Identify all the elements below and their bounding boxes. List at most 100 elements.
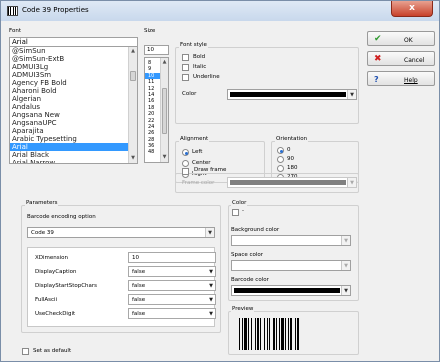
title-bar: Code 39 Properties x — [1, 1, 439, 21]
help-button[interactable]: ? Help — [367, 71, 435, 86]
align-left-label: Left — [192, 149, 203, 155]
ok-button[interactable]: ✔ OK — [367, 31, 435, 46]
set-default-checkbox[interactable] — [22, 348, 29, 355]
scroll-up-icon[interactable]: ▲ — [161, 58, 168, 67]
bold-checkbox[interactable] — [182, 54, 189, 61]
cancel-label: Cancel — [404, 57, 425, 64]
barcode-bar — [279, 318, 280, 350]
parameter-name: DisplayCaption — [35, 269, 77, 275]
chevron-down-icon[interactable]: ▼ — [209, 283, 213, 289]
parameter-value-field[interactable]: false ▼ — [128, 280, 216, 291]
color-label: Color — [231, 200, 248, 206]
font-style-label: Font style — [179, 42, 208, 48]
space-color-picker[interactable]: ▼ — [231, 260, 351, 271]
font-list-item[interactable]: @SimSun-ExtB — [10, 55, 137, 63]
barcode-bar — [285, 318, 286, 350]
barcode-bar — [288, 318, 289, 350]
scroll-up-icon[interactable]: ▲ — [129, 47, 137, 56]
font-list-scrollbar[interactable]: ▲ ▼ — [128, 47, 137, 163]
background-color-picker[interactable]: ▼ — [231, 235, 351, 246]
underline-checkbox[interactable] — [182, 74, 189, 81]
scroll-down-icon[interactable]: ▼ — [161, 153, 168, 162]
frame-color-picker[interactable]: ▼ — [227, 177, 357, 188]
chevron-down-icon[interactable]: ▼ — [347, 90, 356, 99]
parameter-value: false — [132, 283, 146, 289]
barcode-bar — [273, 318, 275, 350]
size-label: Size — [144, 28, 156, 34]
size-list-scrollbar[interactable]: ▲ ▼ — [160, 58, 168, 162]
orientation-0-radio[interactable] — [277, 147, 284, 154]
scroll-down-icon[interactable]: ▼ — [129, 154, 137, 163]
font-list-item[interactable]: Arabic Typesetting — [10, 135, 137, 143]
parameter-row: DisplayStartStopChars false ▼ — [34, 280, 216, 292]
parameter-value: false — [132, 269, 146, 275]
barcode-color-picker[interactable]: ▼ — [231, 285, 351, 296]
barcode-bar — [251, 318, 252, 350]
font-list-item[interactable]: Agency FB Bold — [10, 79, 137, 87]
draw-frame-checkbox[interactable] — [182, 168, 189, 175]
parameter-row: XDimension 10 — [34, 252, 216, 264]
parameters-label: Parameters — [25, 200, 59, 206]
checkmark-icon: ✔ — [374, 34, 382, 44]
font-list-item[interactable]: Angsana New — [10, 111, 137, 119]
font-list-item[interactable]: ADMUI3Sm — [10, 71, 137, 79]
barcode-bar — [239, 318, 240, 350]
italic-checkbox[interactable] — [182, 64, 189, 71]
align-center-radio[interactable] — [182, 160, 189, 167]
cancel-button[interactable]: ✖ Cancel — [367, 51, 435, 66]
font-list-item[interactable]: Arial Narrow — [10, 159, 137, 163]
size-list[interactable]: 8 9 10 11 12 14 16 18 20 22 24 26 28 36 48 ▲ ▼ — [144, 57, 169, 163]
chevron-down-icon[interactable]: ▼ — [209, 269, 213, 275]
barcode-bar — [290, 318, 292, 350]
frame-color-label: Frame color — [182, 180, 215, 186]
color-checkbox[interactable] — [232, 209, 239, 216]
barcode-color-swatch — [234, 288, 340, 293]
parameter-value-field[interactable]: 10 — [128, 252, 216, 263]
bold-label: Bold — [193, 54, 206, 60]
font-list-item[interactable]: Arial — [10, 143, 137, 151]
scroll-thumb[interactable] — [130, 71, 136, 81]
font-list[interactable]: @SimSun @SimSun-ExtB ADMUI3Lg ADMUI3Sm Agenc… — [9, 46, 138, 164]
font-list-item[interactable]: @SimSun — [10, 47, 137, 55]
font-label: Font — [9, 28, 21, 34]
font-color-picker[interactable]: ▼ — [227, 89, 357, 100]
font-list-item[interactable]: AngsanaUPC — [10, 119, 137, 127]
font-list-item[interactable]: Aparajita — [10, 127, 137, 135]
parameter-value-field[interactable]: false ▼ — [128, 266, 216, 277]
chevron-down-icon[interactable]: ▼ — [347, 178, 356, 187]
font-list-item[interactable]: Arial Black — [10, 151, 137, 159]
scroll-thumb[interactable] — [162, 88, 167, 134]
barcode-bar — [276, 318, 277, 350]
encoding-value: Code 39 — [31, 230, 54, 236]
barcode-bar — [257, 318, 259, 350]
parameter-value-field[interactable]: false ▼ — [128, 308, 216, 319]
chevron-down-icon[interactable]: ▼ — [341, 286, 350, 295]
background-color-label: Background color — [231, 227, 280, 233]
font-list-item[interactable]: Andalus — [10, 103, 137, 111]
font-list-item[interactable]: ADMUI3Lg — [10, 63, 137, 71]
orientation-label: Orientation — [275, 136, 309, 142]
alignment-label: Alignment — [179, 136, 210, 142]
encoding-select[interactable]: Code 39 ▼ — [27, 227, 215, 238]
ok-label: OK — [404, 37, 413, 44]
parameter-value: false — [132, 297, 146, 303]
parameter-row: UseCheckDigit false ▼ — [34, 308, 216, 320]
font-items: @SimSun @SimSun-ExtB ADMUI3Lg ADMUI3Sm Agenc… — [10, 47, 137, 163]
align-left-radio[interactable] — [182, 149, 189, 156]
orientation-90-radio[interactable] — [277, 156, 284, 163]
underline-label: Underline — [193, 74, 220, 80]
close-button[interactable]: x — [391, 1, 433, 17]
parameter-value-field[interactable]: false ▼ — [128, 294, 216, 305]
chevron-down-icon[interactable]: ▼ — [341, 261, 350, 270]
chevron-down-icon[interactable]: ▼ — [209, 297, 213, 303]
preview-label: Preview — [231, 306, 255, 312]
chevron-down-icon[interactable]: ▼ — [341, 236, 350, 245]
size-input[interactable]: 10 — [144, 45, 169, 55]
font-list-item[interactable]: Aharoni Bold — [10, 87, 137, 95]
orientation-0-label: 0 — [287, 147, 291, 153]
chevron-down-icon[interactable]: ▼ — [205, 228, 214, 237]
barcode-app-icon — [7, 6, 18, 16]
font-list-item[interactable]: Algerian — [10, 95, 137, 103]
draw-frame-label: Draw frame — [193, 167, 228, 173]
chevron-down-icon[interactable]: ▼ — [209, 311, 213, 317]
